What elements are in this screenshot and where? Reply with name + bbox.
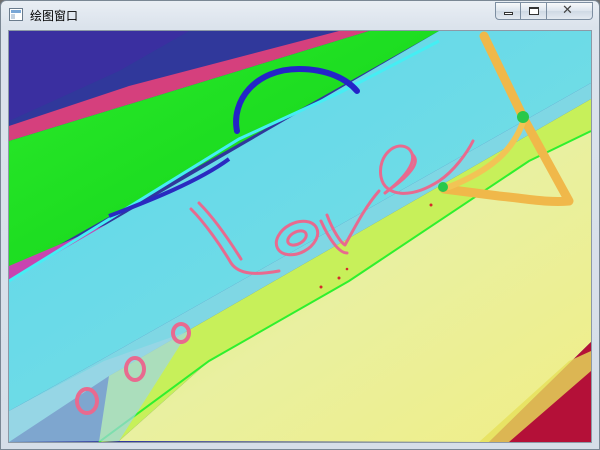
drawing-window: 绘图窗口 ✕: [0, 0, 600, 450]
title-bar[interactable]: 绘图窗口 ✕: [1, 1, 599, 29]
minimize-button[interactable]: [495, 2, 521, 20]
close-icon: ✕: [562, 3, 573, 18]
close-button[interactable]: ✕: [547, 2, 593, 20]
caption-buttons: ✕: [495, 2, 593, 21]
window-title: 绘图窗口: [30, 9, 79, 23]
window-app-icon[interactable]: [9, 8, 23, 21]
processed-image: [9, 31, 591, 442]
minimize-icon: [504, 12, 513, 15]
green-dot: [517, 111, 529, 123]
image-canvas[interactable]: [8, 30, 592, 443]
maximize-button[interactable]: [521, 2, 547, 20]
maximize-icon: [529, 7, 539, 15]
green-dot: [438, 182, 448, 192]
